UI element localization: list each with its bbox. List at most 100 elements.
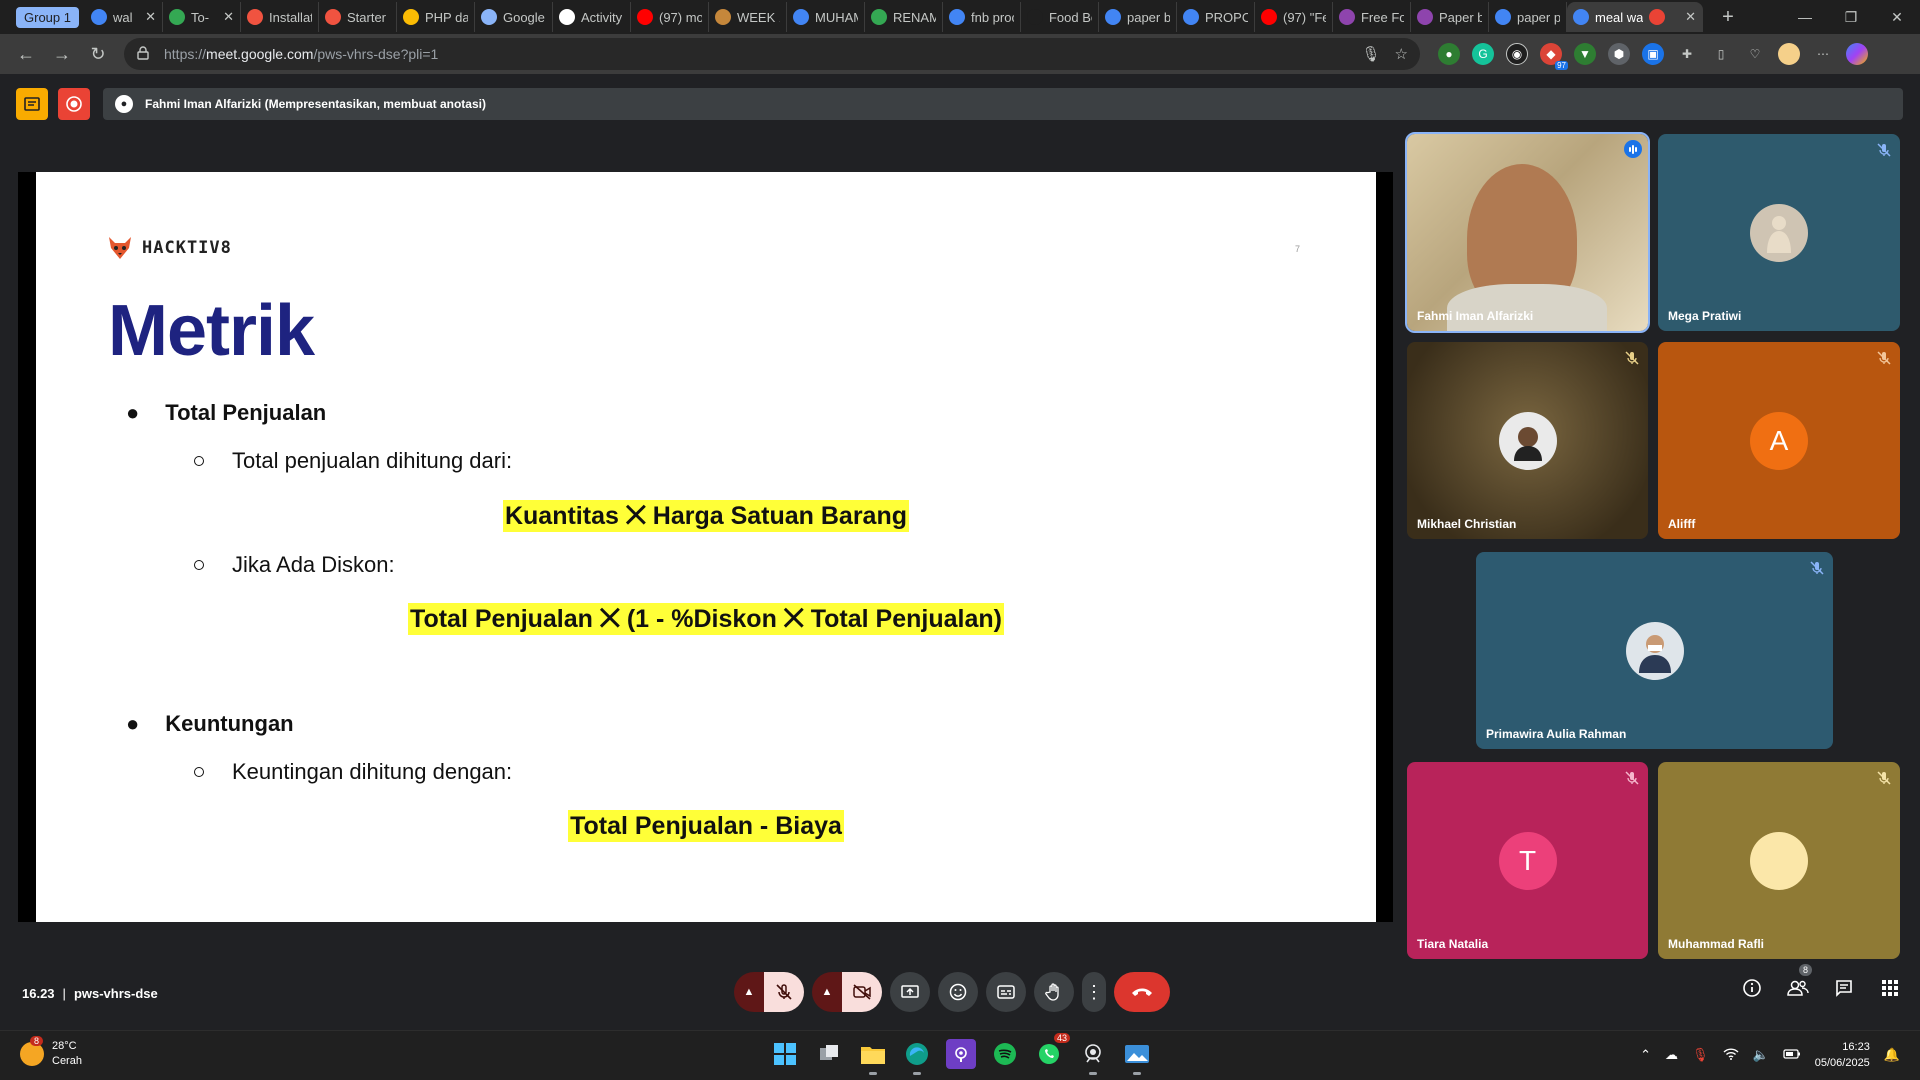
whatsapp-icon[interactable]: 43 xyxy=(1034,1033,1070,1069)
browser-tab[interactable]: Google xyxy=(475,2,553,32)
edge-browser-icon[interactable] xyxy=(902,1039,932,1075)
restore-icon[interactable]: ❐ xyxy=(1828,0,1874,34)
camera-toggle-button[interactable] xyxy=(842,972,882,1012)
present-screen-button[interactable] xyxy=(890,972,930,1012)
browser-tab[interactable]: Starter xyxy=(319,2,397,32)
spotify-icon[interactable] xyxy=(990,1039,1020,1069)
new-tab-button[interactable]: + xyxy=(1713,2,1743,32)
site-info-icon[interactable] xyxy=(136,45,154,63)
file-explorer-icon[interactable] xyxy=(858,1039,888,1075)
browser-tab[interactable]: fnb proc xyxy=(943,2,1021,32)
slides-control-icon[interactable] xyxy=(16,88,48,120)
extension-adblock-icon[interactable]: ⬢ xyxy=(1608,43,1630,65)
minimize-icon[interactable]: — xyxy=(1782,0,1828,34)
browser-tab[interactable]: Installat xyxy=(241,2,319,32)
microphone-in-use-icon[interactable]: 🎙 xyxy=(1692,1047,1709,1063)
close-window-icon[interactable]: ✕ xyxy=(1874,0,1920,34)
extension-screenshot-icon[interactable]: ◉ xyxy=(1506,43,1528,65)
wifi-icon[interactable] xyxy=(1723,1047,1739,1064)
browser-tab[interactable]: WEEK 1 xyxy=(709,2,787,32)
photos-app-icon[interactable] xyxy=(1122,1039,1152,1075)
extension-security-icon[interactable]: ▣ xyxy=(1642,43,1664,65)
extension-grammarly-icon[interactable]: G xyxy=(1472,43,1494,65)
participant-tile-primawira[interactable]: Primawira Aulia Rahman xyxy=(1476,552,1833,749)
microphone-icon[interactable]: 🎙 xyxy=(1362,45,1381,63)
participant-tile-fahmi[interactable]: Fahmi Iman Alfarizki xyxy=(1405,132,1650,333)
browser-menu-icon[interactable]: ⋯ xyxy=(1812,43,1834,65)
address-bar[interactable]: https://meet.google.com/pws-vhrs-dse?pli… xyxy=(124,38,1420,70)
tab-group-chip[interactable]: Group 1 xyxy=(16,6,79,28)
participant-tile-tiara[interactable]: T Tiara Natalia xyxy=(1407,762,1648,959)
participant-name: Mikhael Christian xyxy=(1417,517,1517,531)
close-tab-icon[interactable]: ✕ xyxy=(1685,9,1696,25)
browser-tab[interactable]: meal wa ✕ xyxy=(1566,2,1703,32)
activities-grid-icon[interactable] xyxy=(1878,976,1902,1000)
notification-bell-icon[interactable]: 🔔 xyxy=(1884,1047,1900,1063)
reload-icon[interactable]: ↻ xyxy=(80,38,116,70)
extensions-puzzle-icon[interactable]: ✚ xyxy=(1676,43,1698,65)
extension-shield-icon[interactable]: ▼ xyxy=(1574,43,1596,65)
onedrive-cloud-icon[interactable]: ☁ xyxy=(1665,1047,1678,1063)
profile-avatar[interactable] xyxy=(1778,43,1800,65)
participant-tile-mikhael[interactable]: Mikhael Christian xyxy=(1407,342,1648,539)
people-button[interactable]: 8 xyxy=(1786,964,1812,1000)
battery-icon[interactable] xyxy=(1783,1048,1801,1063)
podcast-app-icon[interactable] xyxy=(946,1039,976,1069)
meeting-details-icon[interactable] xyxy=(1740,976,1764,1000)
tab-label: Google xyxy=(502,9,545,25)
extension-evernote-icon[interactable]: ● xyxy=(1438,43,1460,65)
extension-counter-icon[interactable]: ◆ 97 xyxy=(1540,43,1568,70)
weather-widget[interactable]: 8 28°C Cerah xyxy=(20,1036,82,1069)
volume-icon[interactable]: 🔈 xyxy=(1753,1047,1769,1063)
close-tab-icon[interactable]: ✕ xyxy=(223,9,234,25)
browser-tab[interactable]: (97) "Fe xyxy=(1255,2,1333,32)
camera-app-icon[interactable] xyxy=(1078,1039,1108,1075)
browser-tab[interactable]: Paper b xyxy=(1411,2,1489,32)
split-view-icon[interactable]: ▯ xyxy=(1710,43,1732,65)
browser-tab[interactable]: PHP dar xyxy=(397,2,475,32)
mic-off-icon xyxy=(1877,351,1891,365)
back-icon[interactable]: ← xyxy=(8,38,44,70)
browser-tab[interactable]: Food Bc xyxy=(1021,2,1099,32)
google-icon xyxy=(90,9,107,25)
recording-icon[interactable] xyxy=(58,88,90,120)
bookmark-star-icon[interactable]: ☆ xyxy=(1395,45,1408,63)
copilot-icon[interactable] xyxy=(1846,43,1868,65)
browser-tab[interactable]: paper p xyxy=(1489,2,1567,32)
task-view-icon[interactable] xyxy=(814,1039,844,1069)
forward-icon[interactable]: → xyxy=(44,38,80,70)
browser-tab[interactable]: (97) mo xyxy=(631,2,709,32)
more-options-icon[interactable]: ⋮ xyxy=(1082,972,1106,1012)
audio-options-chevron-icon[interactable]: ▲ xyxy=(734,972,764,1012)
browser-tab[interactable]: paper b xyxy=(1099,2,1177,32)
running-indicator xyxy=(1133,1072,1141,1075)
performance-icon[interactable]: ♡ xyxy=(1744,43,1766,65)
tab-label: To- xyxy=(190,9,210,25)
captions-button[interactable] xyxy=(986,972,1026,1012)
browser-tab[interactable]: MUHAM xyxy=(787,2,865,32)
participant-tile-rafli[interactable]: Muhammad Rafli xyxy=(1658,762,1900,959)
participant-tile-mega[interactable]: Mega Pratiwi xyxy=(1658,134,1900,331)
browser-tab[interactable]: Activity xyxy=(553,2,631,32)
microphone-toggle-button[interactable] xyxy=(764,972,804,1012)
browser-tab[interactable]: PROPO xyxy=(1177,2,1255,32)
close-tab-icon[interactable]: ✕ xyxy=(145,9,156,25)
mic-off-icon xyxy=(776,984,792,1000)
leave-call-button[interactable] xyxy=(1114,972,1170,1012)
tray-overflow-chevron-icon[interactable]: ⌃ xyxy=(1640,1047,1651,1063)
browser-tab[interactable]: To- ✕ xyxy=(163,2,241,32)
participant-tile-alifff[interactable]: A Alifff xyxy=(1658,342,1900,539)
browser-tab[interactable]: RENAM xyxy=(865,2,943,32)
browser-tab[interactable]: wal ✕ xyxy=(85,2,163,32)
clock-time: 16:23 xyxy=(1842,1041,1870,1053)
google-icon xyxy=(1494,9,1511,25)
browser-tab[interactable]: Free Fo xyxy=(1333,2,1411,32)
raise-hand-button[interactable] xyxy=(1034,972,1074,1012)
windows-start-icon[interactable] xyxy=(770,1039,800,1069)
slide-page-number: 7 xyxy=(1295,244,1301,254)
video-options-chevron-icon[interactable]: ▲ xyxy=(812,972,842,1012)
system-clock[interactable]: 16:23 05/06/2025 xyxy=(1815,1039,1870,1071)
chat-icon[interactable] xyxy=(1832,976,1856,1000)
emoji-reaction-button[interactable] xyxy=(938,972,978,1012)
mic-off-icon xyxy=(1625,771,1639,785)
